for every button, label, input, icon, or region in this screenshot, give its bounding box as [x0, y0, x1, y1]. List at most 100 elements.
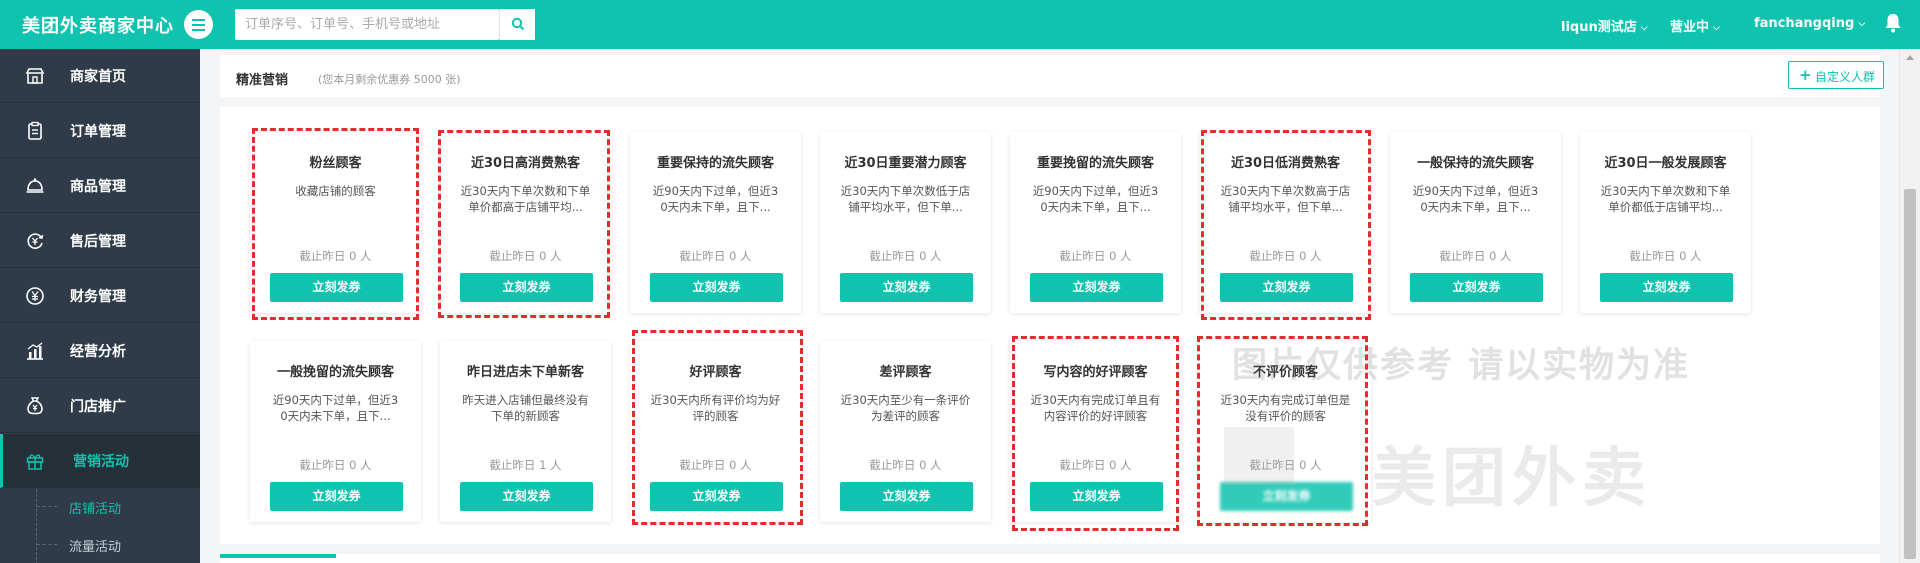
- submenu-connector: [37, 506, 57, 507]
- sidebar-subitem-store-activity[interactable]: 店铺活动: [0, 489, 200, 525]
- bell-icon: [1885, 14, 1901, 33]
- sidebar-item-marketing[interactable]: 营销活动: [0, 434, 200, 488]
- sidebar-item-home[interactable]: 商家首页: [0, 49, 200, 103]
- card-description: 近30天内至少有一条评价为差评的顾客: [840, 393, 971, 423]
- sidebar-item-finance[interactable]: 财务管理: [0, 269, 200, 323]
- search-button[interactable]: [499, 9, 535, 40]
- audience-card: 近30日重要潜力顾客 近30天内下单次数低于店铺平均水平，但下单... 截止昨日…: [820, 132, 991, 313]
- audience-card: 重要挽留的流失顾客 近90天内下过单，但近30天内未下单，且下... 截止昨日 …: [1010, 132, 1181, 313]
- sidebar-item-label: 售后管理: [70, 234, 126, 250]
- sidebar-item-label: 经营分析: [70, 344, 126, 360]
- after-sales-icon: [27, 233, 44, 249]
- search-box: [235, 9, 499, 40]
- card-count: 截止昨日 0 人: [299, 249, 372, 263]
- top-bar: 美团外卖商家中心 liqun测试店⌵ 营业中⌵ fanchangqing⌵: [0, 0, 1920, 49]
- menu-toggle-button[interactable]: [184, 10, 213, 39]
- card-title: 近30日一般发展顾客: [1604, 156, 1727, 171]
- card-title: 一般挽留的流失顾客: [276, 365, 394, 380]
- custom-audience-button[interactable]: + 自定义人群: [1788, 61, 1884, 89]
- sidebar-item-label: 财务管理: [70, 289, 126, 305]
- card-title: 重要挽留的流失顾客: [1036, 156, 1154, 171]
- chevron-down-icon: ⌵: [1713, 23, 1720, 33]
- sidebar-item-products[interactable]: 商品管理: [0, 159, 200, 213]
- issue-coupon-button[interactable]: 立刻发券: [1030, 273, 1163, 302]
- scroll-up-arrow-icon[interactable]: [1906, 55, 1914, 60]
- sidebar-item-label: 商品管理: [70, 179, 126, 195]
- card-count: 截止昨日 0 人: [869, 249, 942, 263]
- audience-card: 近30日高消费熟客 近30天内下单次数和下单单价都高于店铺平均... 截止昨日 …: [440, 132, 611, 313]
- issue-coupon-button[interactable]: 立刻发券: [840, 482, 973, 511]
- money-bag-icon: [27, 397, 43, 415]
- issue-coupon-button[interactable]: 立刻发券: [1030, 482, 1163, 511]
- card-title: 好评顾客: [689, 365, 742, 380]
- card-count: 截止昨日 0 人: [1629, 249, 1702, 263]
- sidebar-subitem-label: 流量活动: [69, 540, 122, 555]
- sidebar-subitem-traffic-activity[interactable]: 流量活动: [0, 527, 200, 563]
- plus-icon: +: [1799, 66, 1812, 84]
- sidebar-item-label: 订单管理: [70, 124, 126, 140]
- store-name: liqun测试店: [1561, 20, 1637, 35]
- card-description: 近30天内下单次数低于店铺平均水平，但下单...: [840, 184, 971, 214]
- issue-coupon-button[interactable]: 立刻发券: [650, 482, 783, 511]
- card-count: 截止昨日 0 人: [1059, 249, 1132, 263]
- issue-coupon-button[interactable]: 立刻发券: [1220, 273, 1353, 302]
- card-title: 近30日低消费熟客: [1230, 156, 1341, 171]
- audience-cards-panel: 粉丝顾客 收藏店铺的顾客 截止昨日 0 人 立刻发券 近30日高消费熟客 近30…: [220, 107, 1880, 544]
- status-dropdown[interactable]: 营业中 ⌵: [1670, 16, 1720, 35]
- coupon-remaining-text: (您本月剩余优惠券 5000 张): [318, 73, 461, 86]
- sidebar-item-orders[interactable]: 订单管理: [0, 104, 200, 158]
- search-input[interactable]: [235, 9, 499, 40]
- gift-icon: [26, 454, 44, 470]
- card-description: 收藏店铺的顾客: [295, 184, 376, 198]
- username: fanchangqing: [1754, 16, 1855, 31]
- card-description: 近90天内下过单，但近30天内未下单，且下...: [1032, 184, 1159, 214]
- user-dropdown[interactable]: fanchangqing ⌵: [1754, 16, 1865, 31]
- audience-card: 重要保持的流失顾客 近90天内下过单，但近30天内未下单，且下... 截止昨日 …: [630, 132, 801, 313]
- scroll-thumb[interactable]: [1904, 189, 1916, 559]
- store-dropdown[interactable]: liqun测试店 ⌵: [1561, 16, 1648, 35]
- issue-coupon-button[interactable]: 立刻发券: [270, 482, 403, 511]
- main-content: 精准营销 (您本月剩余优惠券 5000 张) + 自定义人群 粉丝顾客 收藏店铺…: [200, 49, 1899, 563]
- card-description: 近30天内下单次数和下单单价都高于店铺平均...: [460, 184, 591, 214]
- next-panel-edge: [220, 554, 1880, 563]
- card-count: 截止昨日 0 人: [1059, 458, 1132, 472]
- notification-bell-button[interactable]: [1884, 13, 1902, 37]
- card-count: 截止昨日 0 人: [1439, 249, 1512, 263]
- sidebar-item-label: 商家首页: [70, 69, 126, 85]
- chevron-down-icon: ⌵: [1640, 23, 1648, 33]
- issue-coupon-button[interactable]: 立刻发券: [650, 273, 783, 302]
- card-description: 近90天内下过单，但近30天内未下单，且下...: [1412, 184, 1539, 214]
- issue-coupon-button[interactable]: 立刻发券: [460, 482, 593, 511]
- issue-coupon-button[interactable]: 立刻发券: [1220, 482, 1353, 511]
- card-description: 昨天进入店铺但最终没有下单的新顾客: [462, 393, 589, 423]
- card-count: 截止昨日 0 人: [489, 249, 562, 263]
- card-description: 近90天内下过单，但近30天内未下单，且下...: [272, 393, 399, 423]
- search-icon: [511, 17, 525, 31]
- issue-coupon-button[interactable]: 立刻发券: [460, 273, 593, 302]
- card-title: 粉丝顾客: [309, 156, 362, 171]
- card-count: 截止昨日 0 人: [679, 249, 752, 263]
- watermark-brand: 美团外卖: [1372, 442, 1652, 516]
- store-status: 营业中: [1670, 20, 1710, 35]
- sidebar-item-after-sales[interactable]: 售后管理: [0, 214, 200, 268]
- sidebar-item-analytics[interactable]: 经营分析: [0, 324, 200, 378]
- audience-card: 写内容的好评顾客 近30天内有完成订单且有内容评价的好评顾客 截止昨日 0 人 …: [1010, 341, 1181, 522]
- sidebar: 商家首页 订单管理 商品管理 售后管理 财务管理 经营分析 门店推广 营销活动 …: [0, 49, 200, 563]
- card-title: 近30日重要潜力顾客: [844, 156, 967, 171]
- audience-card: 一般保持的流失顾客 近90天内下过单，但近30天内未下单，且下... 截止昨日 …: [1390, 132, 1561, 313]
- card-description: 近30天内有完成订单且有内容评价的好评顾客: [1030, 393, 1161, 423]
- vertical-scrollbar[interactable]: [1899, 49, 1920, 563]
- issue-coupon-button[interactable]: 立刻发券: [1410, 273, 1543, 302]
- issue-coupon-button[interactable]: 立刻发券: [1600, 273, 1733, 302]
- sidebar-item-promotion[interactable]: 门店推广: [0, 379, 200, 433]
- audience-card: 一般挽留的流失顾客 近90天内下过单，但近30天内未下单，且下... 截止昨日 …: [250, 341, 421, 522]
- card-count: 截止昨日 0 人: [1249, 249, 1322, 263]
- page-title: 精准营销: [236, 73, 289, 88]
- card-count: 截止昨日 1 人: [489, 458, 562, 472]
- audience-card: 近30日低消费熟客 近30天内下单次数高于店铺平均水平，但下单... 截止昨日 …: [1200, 132, 1371, 313]
- issue-coupon-button[interactable]: 立刻发券: [270, 273, 403, 302]
- issue-coupon-button[interactable]: 立刻发券: [840, 273, 973, 302]
- custom-audience-label: 自定义人群: [1815, 70, 1876, 84]
- dish-cover-icon: [26, 178, 44, 193]
- order-list-icon: [28, 121, 42, 140]
